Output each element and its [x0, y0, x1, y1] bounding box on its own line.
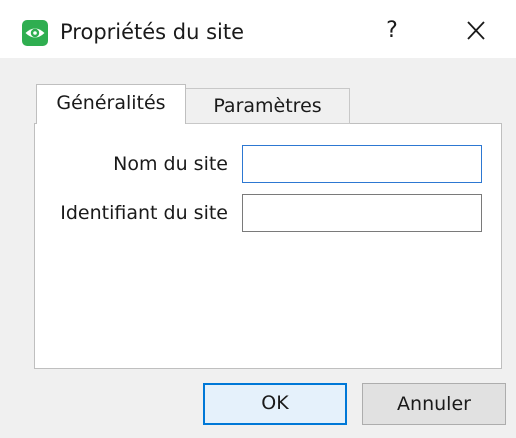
title-bar[interactable]: Propriétés du site ? — [0, 0, 516, 58]
dialog-body: Généralités Paramètres Nom du site Ident… — [0, 58, 516, 438]
tab-generalites[interactable]: Généralités — [36, 84, 186, 124]
site-name-label: Nom du site — [113, 153, 228, 175]
site-name-input[interactable] — [242, 145, 482, 183]
site-id-label: Identifiant du site — [60, 202, 228, 224]
site-id-input[interactable] — [242, 194, 482, 232]
eye-icon — [22, 20, 48, 46]
tab-parametres[interactable]: Paramètres — [186, 88, 350, 124]
close-icon — [467, 21, 485, 40]
ok-button[interactable]: OK — [203, 383, 347, 425]
cancel-button[interactable]: Annuler — [362, 383, 506, 425]
window-title: Propriétés du site — [60, 20, 245, 44]
close-button[interactable] — [454, 12, 498, 50]
site-properties-dialog: Propriétés du site ? Généralités Paramèt… — [0, 0, 516, 438]
help-button[interactable]: ? — [372, 12, 412, 50]
